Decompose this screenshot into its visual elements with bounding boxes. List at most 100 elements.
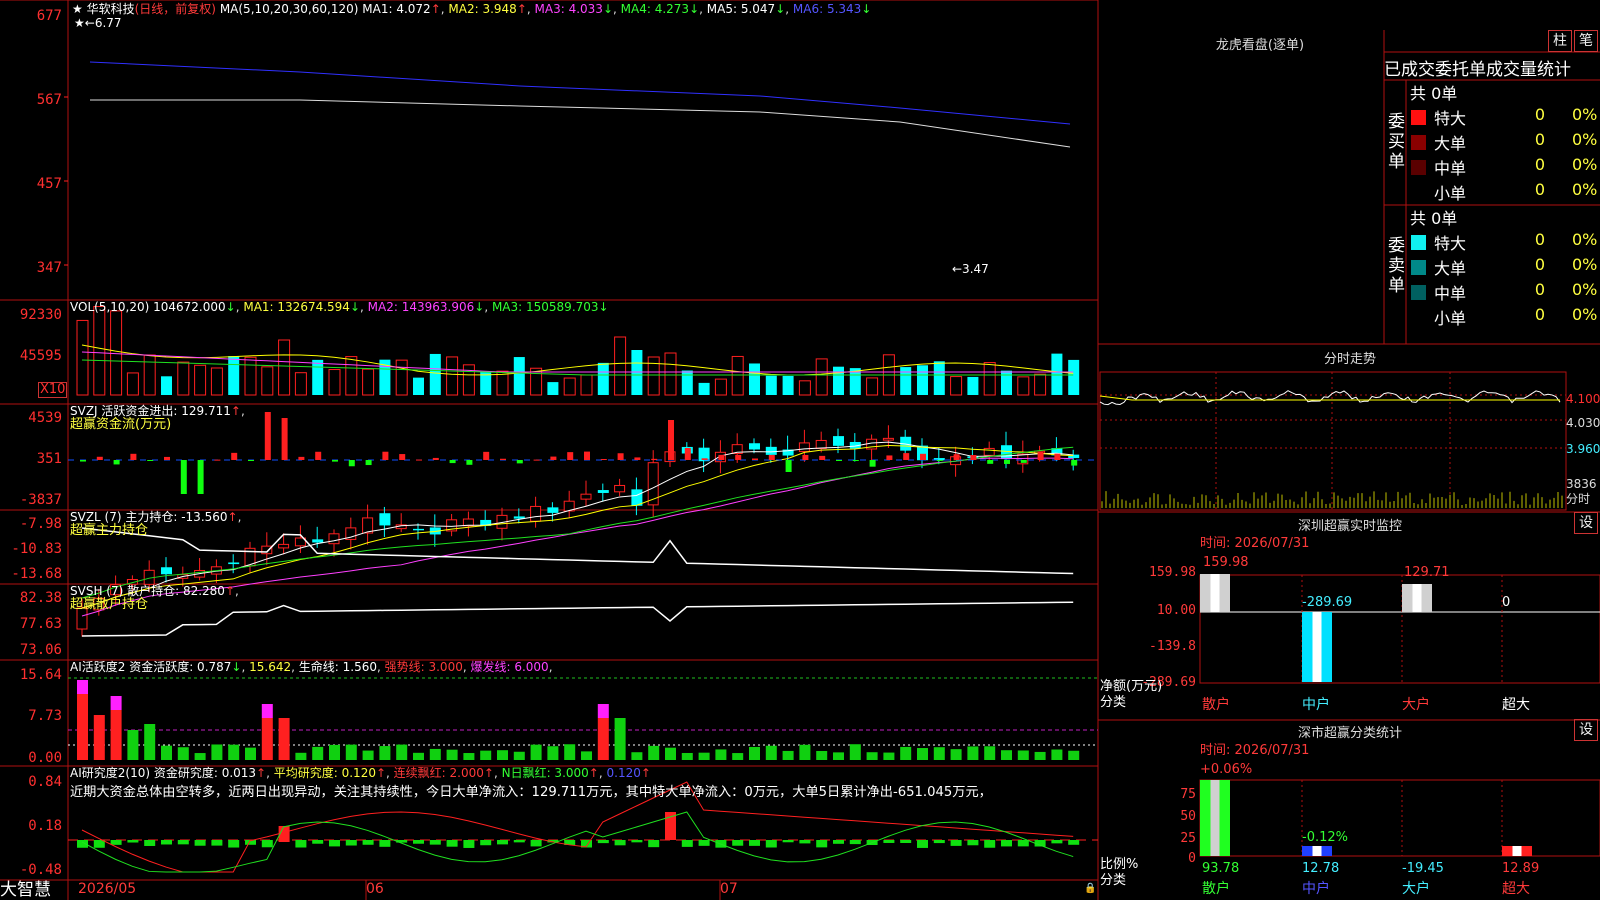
ai-research-tick: 0.84 bbox=[28, 774, 62, 790]
bar-mode-button[interactable]: 柱 bbox=[1548, 30, 1572, 52]
svzj-bar bbox=[449, 460, 456, 464]
app-logo[interactable]: 大智慧 bbox=[0, 880, 51, 900]
row-color-swatch bbox=[1411, 260, 1426, 275]
tick-mode-button[interactable]: 笔 bbox=[1574, 30, 1598, 52]
lock-icon[interactable]: 🔒 bbox=[1084, 882, 1096, 896]
stock-name[interactable]: 华软科技 bbox=[87, 2, 135, 16]
ma2-value: MA2: 3.948 bbox=[448, 2, 517, 16]
svzj-bar bbox=[264, 412, 271, 460]
svzj-bar bbox=[197, 460, 204, 494]
class-tick: 50 bbox=[1180, 809, 1196, 824]
research-bar bbox=[429, 840, 441, 845]
vol-unit-button[interactable]: X10 bbox=[38, 382, 68, 398]
monitor-cat: 超大 bbox=[1502, 697, 1530, 713]
ma6-line bbox=[89, 61, 1071, 125]
candle-up bbox=[815, 439, 827, 450]
period-label[interactable]: (日线，前复权) bbox=[135, 2, 216, 16]
volume-bar bbox=[244, 356, 257, 396]
row-count: 0 bbox=[1534, 105, 1545, 124]
row-color-swatch bbox=[1411, 285, 1426, 300]
row-pct: 0% bbox=[1572, 130, 1598, 149]
research-bar bbox=[127, 840, 139, 843]
volume-bar bbox=[900, 367, 912, 395]
svzj-bar bbox=[416, 459, 422, 461]
row-count: 0 bbox=[1534, 305, 1545, 324]
monitor-frame bbox=[1199, 574, 1600, 684]
monitor-title: 深圳超赢实时监控 bbox=[1297, 519, 1402, 534]
svzj-bar bbox=[701, 458, 708, 460]
research-bar bbox=[261, 840, 273, 848]
volume-bar bbox=[917, 365, 928, 395]
research-bar bbox=[984, 840, 996, 848]
chart-canvas[interactable] bbox=[0, 0, 1600, 900]
svzj-bar bbox=[1071, 460, 1078, 466]
buy-label: 委买单 bbox=[1388, 112, 1405, 172]
volume-bar bbox=[1068, 359, 1080, 395]
ai-active-bar bbox=[362, 750, 374, 760]
ai-active-bar bbox=[614, 718, 626, 760]
volume-bar bbox=[597, 362, 609, 395]
svsh-line bbox=[81, 601, 1074, 637]
monitor-settings-button[interactable]: 设 bbox=[1574, 512, 1598, 534]
monitor-tick: 159.98 bbox=[1149, 565, 1196, 580]
volume-bar bbox=[765, 375, 777, 395]
research-bar bbox=[329, 840, 340, 847]
row-name: 大单 bbox=[1434, 259, 1467, 278]
volume-bar bbox=[967, 376, 979, 395]
volume-bar bbox=[93, 305, 106, 396]
ai-active-bar-top bbox=[261, 704, 273, 718]
ai-active-bar bbox=[933, 747, 945, 760]
svzj-bar bbox=[281, 418, 288, 460]
volume-bar bbox=[664, 352, 677, 396]
monitor-value: 129.71 bbox=[1404, 565, 1450, 580]
research-bar bbox=[698, 840, 710, 846]
fenshi-avg bbox=[1099, 395, 1560, 401]
svzj-bar bbox=[1054, 453, 1061, 460]
research-bar bbox=[463, 840, 475, 848]
svzj-header: SVZJ 活跃资金进出: 129.711↑, bbox=[70, 404, 245, 418]
ai-active-bar bbox=[866, 752, 878, 760]
ai-active-bar bbox=[463, 753, 475, 760]
volume-bar bbox=[462, 364, 475, 396]
candle-up bbox=[328, 533, 340, 545]
vol-tick: 45595 bbox=[19, 348, 62, 364]
svzj-bar bbox=[768, 454, 775, 460]
ai-active-bar bbox=[177, 747, 189, 760]
class-ylabel: 比例% bbox=[1100, 857, 1139, 872]
svzj-bar bbox=[248, 460, 254, 461]
ai-active-bar bbox=[345, 744, 357, 760]
svzl-tick: -10.83 bbox=[11, 541, 62, 557]
volume-bar bbox=[1051, 353, 1063, 395]
ai-active-bar bbox=[312, 746, 324, 760]
row-color-swatch bbox=[1411, 135, 1426, 150]
svzj-bar bbox=[953, 454, 960, 460]
volume-bar bbox=[513, 357, 525, 395]
ai-active-bar bbox=[93, 715, 105, 760]
volume-bar bbox=[547, 382, 559, 395]
research-bar bbox=[900, 840, 912, 843]
vol-header: VOL(5,10,20) 104672.000↓, MA1: 132674.59… bbox=[70, 300, 609, 314]
research-bar bbox=[614, 840, 626, 846]
svzj-bar bbox=[147, 460, 154, 461]
ai-active-bar bbox=[513, 751, 525, 760]
svsh-header: SVSH (7) 散户持仓: 82.280↑, bbox=[70, 584, 239, 598]
research-bar bbox=[228, 840, 240, 848]
research-bar bbox=[849, 840, 861, 845]
buy-total: 共 0单 bbox=[1410, 84, 1458, 103]
row-pct: 0% bbox=[1572, 180, 1598, 199]
row-color-swatch bbox=[1411, 160, 1426, 175]
ma1-value: MA1: 4.072 bbox=[362, 2, 431, 16]
ai-active-bar bbox=[765, 745, 777, 760]
ai-active-bar bbox=[665, 747, 676, 760]
date-tick: 07 bbox=[720, 881, 738, 897]
ai-active-bar bbox=[749, 746, 760, 760]
row-pct: 0% bbox=[1572, 230, 1598, 249]
research-bar bbox=[480, 840, 492, 846]
volume-bar bbox=[749, 363, 760, 395]
sell-total: 共 0单 bbox=[1410, 209, 1458, 228]
class-settings-button[interactable]: 设 bbox=[1574, 719, 1598, 741]
candle-up bbox=[278, 543, 290, 549]
volume-bar bbox=[446, 356, 459, 396]
research-bar bbox=[497, 840, 508, 845]
class-bar bbox=[1210, 780, 1220, 856]
